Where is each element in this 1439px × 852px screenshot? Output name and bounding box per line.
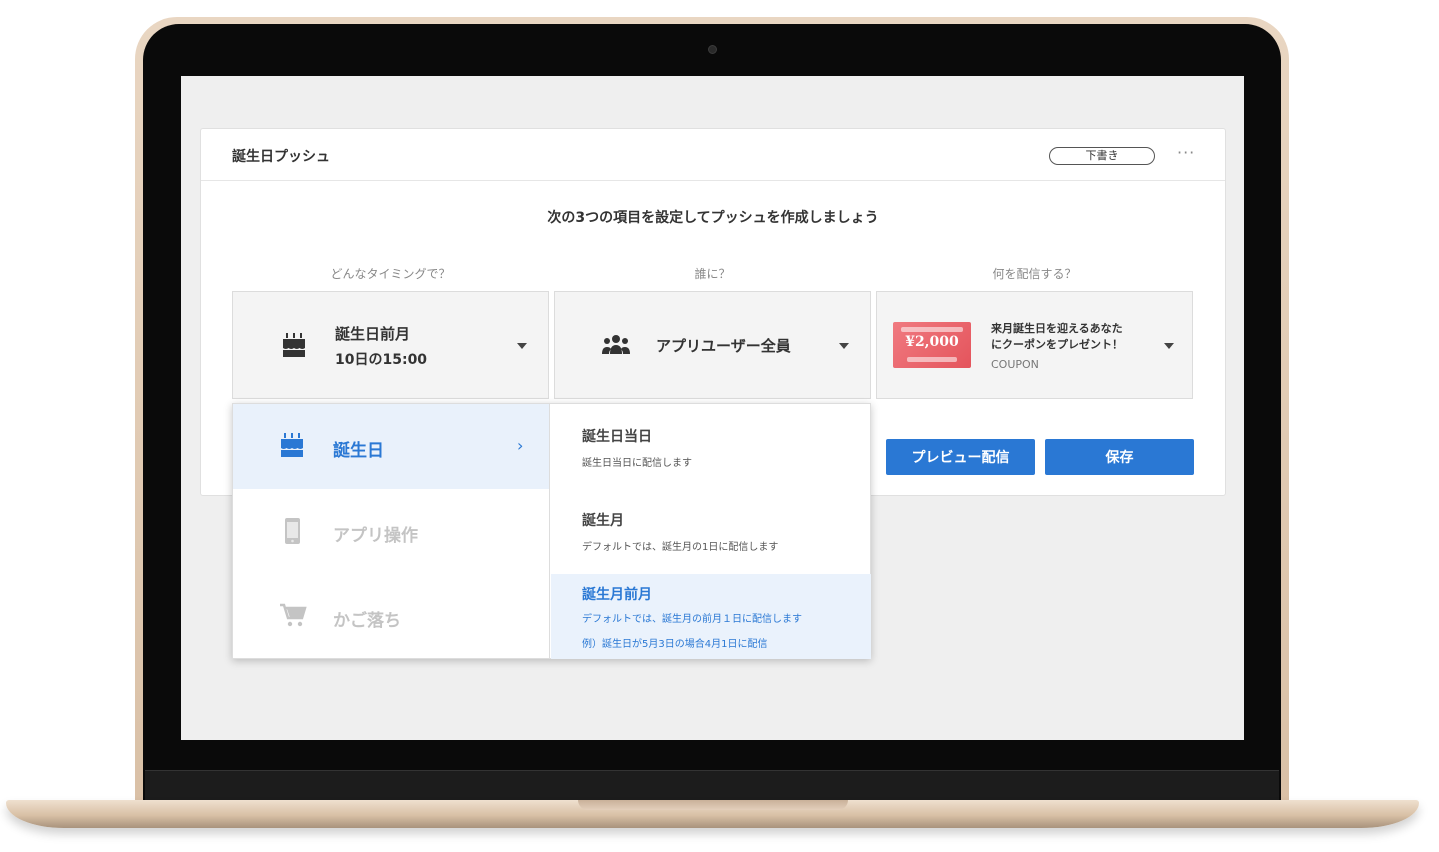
smartphone-icon: [279, 517, 307, 545]
card-header: 誕生日プッシュ 下書き ···: [201, 129, 1225, 181]
screen: 誕生日プッシュ 下書き ··· 次の3つの項目を設定してプッシュを作成しましょう…: [181, 76, 1244, 740]
laptop-notch: [578, 800, 848, 810]
birthday-cake-icon: [279, 432, 307, 460]
users-icon: [601, 334, 631, 360]
option-title: 誕生月: [582, 513, 624, 529]
chevron-down-icon: [1164, 343, 1174, 349]
content-title-line2: にクーポンをプレゼント！: [991, 338, 1123, 351]
content-selector[interactable]: ¥2,000 来月誕生日を迎えるあなた にクーポンをプレゼント！ COUPON: [876, 291, 1193, 399]
status-badge[interactable]: 下書き: [1049, 147, 1155, 165]
option-example: 例）誕生日が5月3日の場合4月1日に配信: [582, 639, 768, 650]
timing-line2: 10日の15:00: [335, 352, 428, 368]
category-cart-abandon[interactable]: かご落ち: [233, 574, 549, 659]
coupon-thumbnail: ¥2,000: [893, 322, 971, 368]
content-type: COUPON: [991, 358, 1039, 371]
preview-send-button[interactable]: プレビュー配信: [886, 439, 1035, 475]
instruction-text: 次の3つの項目を設定してプッシュを作成しましょう: [547, 210, 879, 226]
chevron-right-icon: ›: [517, 436, 524, 455]
option-description: 誕生日当日に配信します: [582, 458, 692, 469]
category-label: アプリ操作: [333, 526, 418, 546]
category-label: かご落ち: [333, 611, 401, 631]
card-title: 誕生日プッシュ: [232, 149, 330, 165]
webcam: [708, 45, 717, 54]
option-birthday-prev-month[interactable]: 誕生月前月 デフォルトでは、誕生月の前月１日に配信します 例）誕生日が5月3日の…: [551, 574, 871, 659]
audience-selector[interactable]: アプリユーザー全員: [554, 291, 871, 399]
category-label: 誕生日: [333, 441, 384, 461]
timing-dropdown: 誕生日 › アプリ操作 かご落ち 誕生日当日 誕生日当日に配信します 誕生月 デ…: [232, 403, 871, 659]
option-title: 誕生日当日: [582, 429, 652, 445]
chevron-down-icon: [839, 343, 849, 349]
option-birthday-month[interactable]: 誕生月 デフォルトでは、誕生月の1日に配信します: [551, 488, 871, 574]
more-options-button[interactable]: ···: [1177, 143, 1195, 162]
timing-line1: 誕生日前月: [335, 325, 411, 343]
category-list: 誕生日 › アプリ操作 かご落ち: [233, 404, 550, 658]
audience-label: 誰に？: [694, 267, 731, 281]
coupon-amount: ¥2,000: [905, 334, 959, 350]
birthday-cake-icon: [281, 332, 307, 362]
timing-label: どんなタイミングで？: [330, 267, 451, 281]
chevron-down-icon: [517, 343, 527, 349]
option-description: デフォルトでは、誕生月の前月１日に配信します: [582, 614, 802, 625]
timing-selector[interactable]: 誕生日前月 10日の15:00: [232, 291, 549, 399]
audience-value: アプリユーザー全員: [656, 337, 791, 355]
option-title: 誕生月前月: [582, 587, 652, 603]
category-birthday[interactable]: 誕生日 ›: [233, 404, 549, 489]
content-title-line1: 来月誕生日を迎えるあなた: [991, 322, 1123, 335]
content-label: 何を配信する？: [992, 267, 1077, 281]
option-birthday-day[interactable]: 誕生日当日 誕生日当日に配信します: [551, 404, 871, 488]
save-button[interactable]: 保存: [1045, 439, 1194, 475]
shopping-cart-icon: [279, 602, 307, 630]
category-app-action[interactable]: アプリ操作: [233, 489, 549, 574]
laptop-hinge: [145, 770, 1279, 800]
option-description: デフォルトでは、誕生月の1日に配信します: [582, 542, 779, 553]
